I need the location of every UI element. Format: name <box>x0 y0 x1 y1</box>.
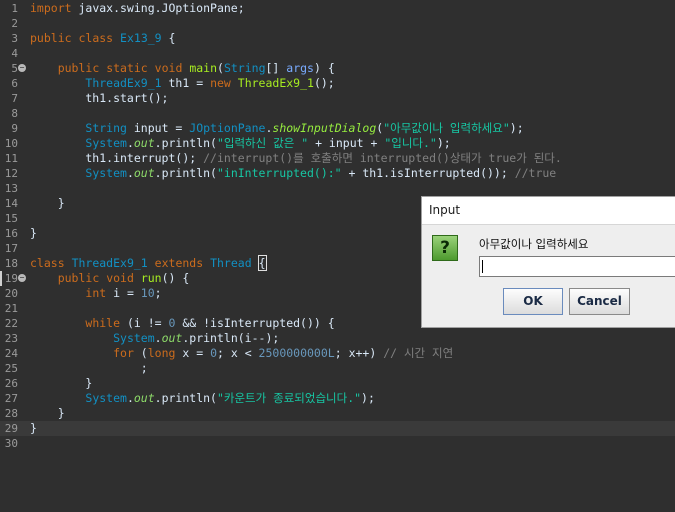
code-line[interactable]: 24 for (long x = 0; x < 2500000000L; x++… <box>0 346 675 361</box>
code-line[interactable]: 30 <box>0 436 675 451</box>
line-number: 23 <box>4 332 18 345</box>
line-number: 10 <box>4 137 18 150</box>
code-line[interactable]: 7 th1.start(); <box>0 91 675 106</box>
code-line[interactable]: 9 String input = JOptionPane.showInputDi… <box>0 121 675 136</box>
line-number: 2 <box>11 17 18 30</box>
fold-toggle-icon[interactable]: − <box>18 274 26 282</box>
line-number: 4 <box>11 47 18 60</box>
line-number: 24 <box>4 347 18 360</box>
code-line[interactable]: 23 System.out.println(i--); <box>0 331 675 346</box>
line-number: 21 <box>4 302 18 315</box>
code-text: } <box>30 376 93 390</box>
code-line[interactable]: 6 ThreadEx9_1 th1 = new ThreadEx9_1(); <box>0 76 675 91</box>
code-text: System.out.println("inInterrupted():" + … <box>85 166 557 180</box>
code-line[interactable]: 11 th1.interrupt(); //interrupt()를 호출하면 … <box>0 151 675 166</box>
line-number: 11 <box>4 152 18 165</box>
code-line[interactable]: 28 } <box>0 406 675 421</box>
line-number: 28 <box>4 407 18 420</box>
line-number: 29 <box>4 422 18 435</box>
cancel-button[interactable]: Cancel <box>569 288 630 315</box>
line-number: 27 <box>4 392 18 405</box>
code-text: System.out.println(i--); <box>113 331 280 345</box>
line-number: 5 <box>11 62 18 75</box>
code-text: ; <box>30 361 148 375</box>
code-line[interactable]: 1 import javax.swing.JOptionPane; <box>0 1 675 16</box>
line-number: 14 <box>4 197 18 210</box>
code-text: th1.interrupt(); //interrupt()를 호출하면 int… <box>30 151 562 165</box>
question-icon: ? <box>432 235 458 261</box>
code-line[interactable]: 2 <box>0 16 675 31</box>
code-text: String input = JOptionPane.showInputDial… <box>85 121 524 135</box>
line-number: 6 <box>11 77 18 90</box>
code-line[interactable]: 26 } <box>0 376 675 391</box>
dialog-prompt: 아무값이나 입력하세요 <box>479 237 589 251</box>
code-text: while (i != 0 && !isInterrupted()) { <box>85 316 335 330</box>
code-text: System.out.println("카운트가 종료되었습니다."); <box>85 391 375 405</box>
code-text: public class Ex13_9 { <box>30 31 176 45</box>
line-number: 15 <box>4 212 18 225</box>
code-line[interactable]: 29} <box>0 421 675 436</box>
code-line[interactable]: 3 public class Ex13_9 { <box>0 31 675 46</box>
code-text: public static void main(String[] args) { <box>57 61 335 75</box>
line-number: 7 <box>11 92 18 105</box>
ok-button[interactable]: OK <box>503 288 563 315</box>
code-text: System.out.println("입력하신 값은 " + input + … <box>85 136 451 150</box>
line-number: 16 <box>4 227 18 240</box>
line-number: 22 <box>4 317 18 330</box>
input-dialog: Input ? 아무값이나 입력하세요 OK Cancel <box>421 196 675 328</box>
line-number: 25 <box>4 362 18 375</box>
code-line[interactable]: 8 <box>0 106 675 121</box>
code-text: import javax.swing.JOptionPane; <box>30 1 245 15</box>
code-line[interactable]: 25 ; <box>0 361 675 376</box>
fold-toggle-icon[interactable]: − <box>18 64 26 72</box>
line-number: 30 <box>4 437 18 450</box>
code-line[interactable]: 27 System.out.println("카운트가 종료되었습니다."); <box>0 391 675 406</box>
code-line[interactable]: 12 System.out.println("inInterrupted():"… <box>0 166 675 181</box>
line-number: 3 <box>11 32 18 45</box>
dialog-title: Input <box>429 203 461 217</box>
line-number: 12 <box>4 167 18 180</box>
line-number: 26 <box>4 377 18 390</box>
code-text: int i = 10; <box>85 286 162 300</box>
code-text: th1.start(); <box>30 91 169 105</box>
code-text: } <box>30 421 37 435</box>
line-number: 18 <box>4 257 18 270</box>
code-line[interactable]: 13 <box>0 181 675 196</box>
dialog-titlebar[interactable]: Input <box>422 197 675 225</box>
code-text: for (long x = 0; x < 2500000000L; x++) /… <box>113 346 454 360</box>
line-number: 20 <box>4 287 18 300</box>
code-text: } <box>30 406 65 420</box>
code-text: class ThreadEx9_1 extends Thread { <box>30 255 267 271</box>
dialog-input-field[interactable] <box>479 256 675 277</box>
code-line[interactable]: 5− public static void main(String[] args… <box>0 61 675 76</box>
line-number: 13 <box>4 182 18 195</box>
line-number: 1 <box>11 2 18 15</box>
code-text: } <box>30 196 65 210</box>
code-text: public void run() { <box>57 271 190 285</box>
code-text: ThreadEx9_1 th1 = new ThreadEx9_1(); <box>85 76 335 90</box>
text-caret <box>482 260 483 273</box>
line-number: 19 <box>4 272 18 285</box>
line-number: 17 <box>4 242 18 255</box>
code-line[interactable]: 10 System.out.println("입력하신 값은 " + input… <box>0 136 675 151</box>
code-text: } <box>30 226 37 240</box>
code-line[interactable]: 4 <box>0 46 675 61</box>
line-number: 8 <box>11 107 18 120</box>
line-number: 9 <box>11 122 18 135</box>
